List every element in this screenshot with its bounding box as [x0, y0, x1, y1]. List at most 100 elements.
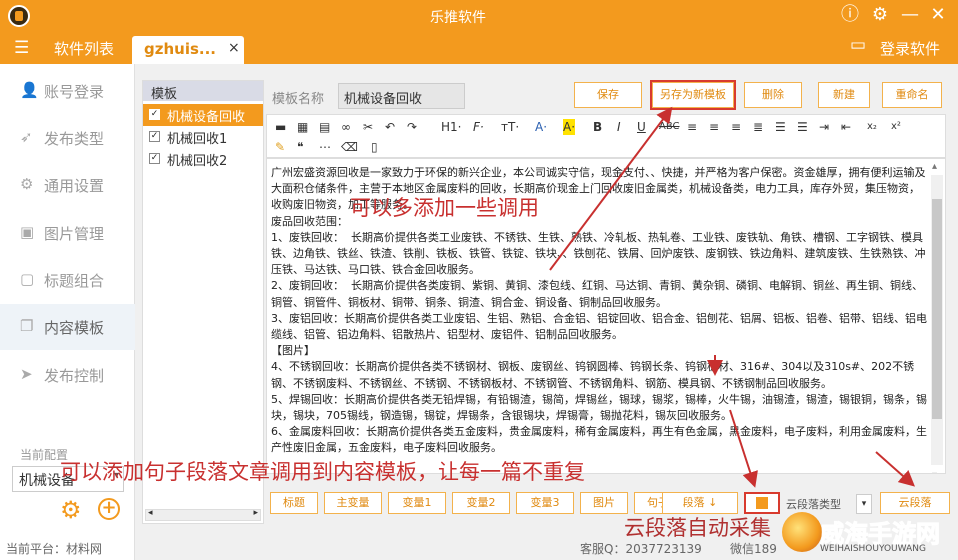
- support-qq: 客服Q：2037723139: [580, 542, 702, 556]
- vertical-scrollbar[interactable]: [931, 161, 943, 473]
- paragraph-label: 段落: [682, 496, 705, 509]
- eraser-icon[interactable]: ⌫: [341, 139, 358, 155]
- bold-button[interactable]: B: [593, 119, 602, 135]
- sidebar-item-label: 内容模板: [44, 319, 105, 337]
- save-button[interactable]: 保存: [574, 82, 642, 108]
- settings-icon: ⚙: [20, 175, 34, 193]
- scrollbar-thumb[interactable]: [932, 199, 942, 419]
- source-icon[interactable]: ▬: [275, 119, 286, 135]
- delete-button[interactable]: 删除: [744, 82, 802, 108]
- quote-icon[interactable]: ❝: [297, 139, 303, 155]
- font-family-select[interactable]: F·: [473, 119, 484, 135]
- insert-image-button[interactable]: 图片: [580, 492, 628, 514]
- sidebar-item-publish-type[interactable]: ➶ 发布类型: [0, 115, 135, 161]
- add-cloud-paragraph-button[interactable]: [744, 492, 780, 514]
- sidebar-item-label: 发布控制: [44, 367, 105, 385]
- template-item-label: 机械设备回收: [167, 110, 246, 125]
- puzzle-icon: ▢: [20, 270, 35, 288]
- insert-main-var-button[interactable]: 主变量: [324, 492, 382, 514]
- rename-button[interactable]: 重命名: [882, 82, 942, 108]
- minimize-button[interactable]: —: [898, 4, 922, 26]
- template-item-label: 机械回收2: [167, 154, 228, 169]
- link-icon[interactable]: ∞: [341, 119, 351, 135]
- rocket-icon: ➶: [20, 128, 33, 146]
- grid-icon[interactable]: ⋯: [319, 139, 331, 155]
- template-item[interactable]: ✓ 机械回收2: [143, 148, 263, 170]
- monitor-icon: ▭: [850, 35, 867, 55]
- template-list-header: 模板: [143, 81, 263, 102]
- template-item[interactable]: ✓ 机械回收1: [143, 126, 263, 148]
- ordered-list-icon[interactable]: ☰: [775, 119, 786, 135]
- close-window-button[interactable]: ✕: [926, 4, 950, 26]
- align-right-icon[interactable]: ≡: [731, 119, 741, 135]
- sidebar-item-label: 发布类型: [44, 130, 105, 148]
- insert-paragraph-button[interactable]: 段落 ↓: [662, 492, 738, 514]
- image-icon: ▣: [20, 223, 35, 241]
- sidebar-item-content-template[interactable]: ❐ 内容模板: [0, 304, 135, 350]
- sidebar-item-general-settings[interactable]: ⚙ 通用设置: [0, 162, 135, 208]
- config-settings-icon[interactable]: ⚙: [60, 496, 82, 524]
- login-button[interactable]: 登录软件: [880, 38, 940, 59]
- template-name-field[interactable]: 机械设备回收: [338, 83, 465, 109]
- new-button[interactable]: 新建: [818, 82, 870, 108]
- highlight-color-select[interactable]: A·: [563, 119, 576, 135]
- watermark-url: WEIHAISHOUYOUWANG: [820, 544, 926, 554]
- tab-close-icon[interactable]: ×: [228, 40, 240, 56]
- sidebar-item-publish-control[interactable]: ➤ 发布控制: [0, 352, 135, 398]
- insert-title-button[interactable]: 标题: [270, 492, 318, 514]
- strike-button[interactable]: ABC: [659, 119, 680, 135]
- menu-icon[interactable]: ☰: [14, 38, 29, 58]
- checkbox[interactable]: ✓: [149, 109, 160, 120]
- annotation-add-sentence: 可以添加句子段落文章调用到内容模板，让每一篇不重复: [60, 460, 585, 484]
- info-icon[interactable]: ⓘ: [838, 4, 862, 26]
- outdent-icon[interactable]: ⇤: [841, 119, 851, 135]
- unlink-icon[interactable]: ✂: [363, 119, 373, 135]
- app-list-link[interactable]: 软件列表: [54, 38, 114, 59]
- tab-bar: ☰ 软件列表 gzhuis... × ▭ 登录软件: [0, 32, 958, 64]
- font-color-select[interactable]: A·: [535, 119, 547, 135]
- align-center-icon[interactable]: ≡: [709, 119, 719, 135]
- document-icon[interactable]: ▯: [371, 139, 378, 155]
- undo-icon[interactable]: ↶: [385, 119, 395, 135]
- image-insert-icon[interactable]: ▤: [319, 119, 330, 135]
- insert-var3-button[interactable]: 变量3: [516, 492, 574, 514]
- annotation-more-calls: 可以多添加一些调用: [350, 196, 539, 220]
- current-platform: 当前平台：材料网: [6, 542, 103, 556]
- superscript-button[interactable]: x²: [891, 119, 901, 135]
- send-icon: ➤: [20, 365, 33, 383]
- user-icon: 👤: [20, 81, 39, 99]
- app-logo-icon: [8, 5, 30, 27]
- support-wechat: 微信189: [730, 542, 777, 556]
- highlight-box-save-as: [650, 80, 736, 110]
- annotation-cloud-collect: 云段落自动采集: [624, 516, 771, 540]
- table-icon[interactable]: ▦: [297, 119, 308, 135]
- insert-var1-button[interactable]: 变量1: [388, 492, 446, 514]
- checkbox[interactable]: ✓: [149, 131, 160, 142]
- sidebar-item-image-management[interactable]: ▣ 图片管理: [0, 210, 135, 256]
- italic-button[interactable]: I: [617, 119, 621, 135]
- align-justify-icon[interactable]: ≣: [753, 119, 763, 135]
- brush-icon[interactable]: ✎: [275, 139, 285, 155]
- template-item[interactable]: ✓ 机械设备回收: [143, 104, 263, 126]
- subscript-button[interactable]: x₂: [867, 119, 877, 135]
- copy-icon: ❐: [20, 317, 34, 335]
- sidebar-item-title-combo[interactable]: ▢ 标题组合: [0, 257, 135, 303]
- heading-select[interactable]: H1·: [441, 119, 461, 135]
- redo-icon[interactable]: ↷: [407, 119, 417, 135]
- horizontal-scrollbar[interactable]: [145, 508, 261, 521]
- app-title: 乐推软件: [430, 10, 486, 26]
- settings-icon[interactable]: ⚙: [868, 4, 892, 26]
- underline-button[interactable]: U: [637, 119, 646, 135]
- font-size-select[interactable]: тT·: [501, 119, 519, 135]
- align-left-icon[interactable]: ≡: [687, 119, 697, 135]
- insert-var2-button[interactable]: 变量2: [452, 492, 510, 514]
- chevron-down-icon: ↓: [708, 496, 718, 509]
- tab-gzhuis[interactable]: gzhuis... ×: [132, 36, 244, 64]
- sidebar-item-label: 账号登录: [44, 83, 105, 101]
- checkbox[interactable]: ✓: [149, 153, 160, 164]
- unordered-list-icon[interactable]: ☰: [797, 119, 808, 135]
- indent-icon[interactable]: ⇥: [819, 119, 829, 135]
- add-config-button[interactable]: +: [98, 498, 120, 520]
- sidebar-item-label: 通用设置: [44, 177, 105, 195]
- sidebar-item-account-login[interactable]: 👤 账号登录: [0, 68, 135, 114]
